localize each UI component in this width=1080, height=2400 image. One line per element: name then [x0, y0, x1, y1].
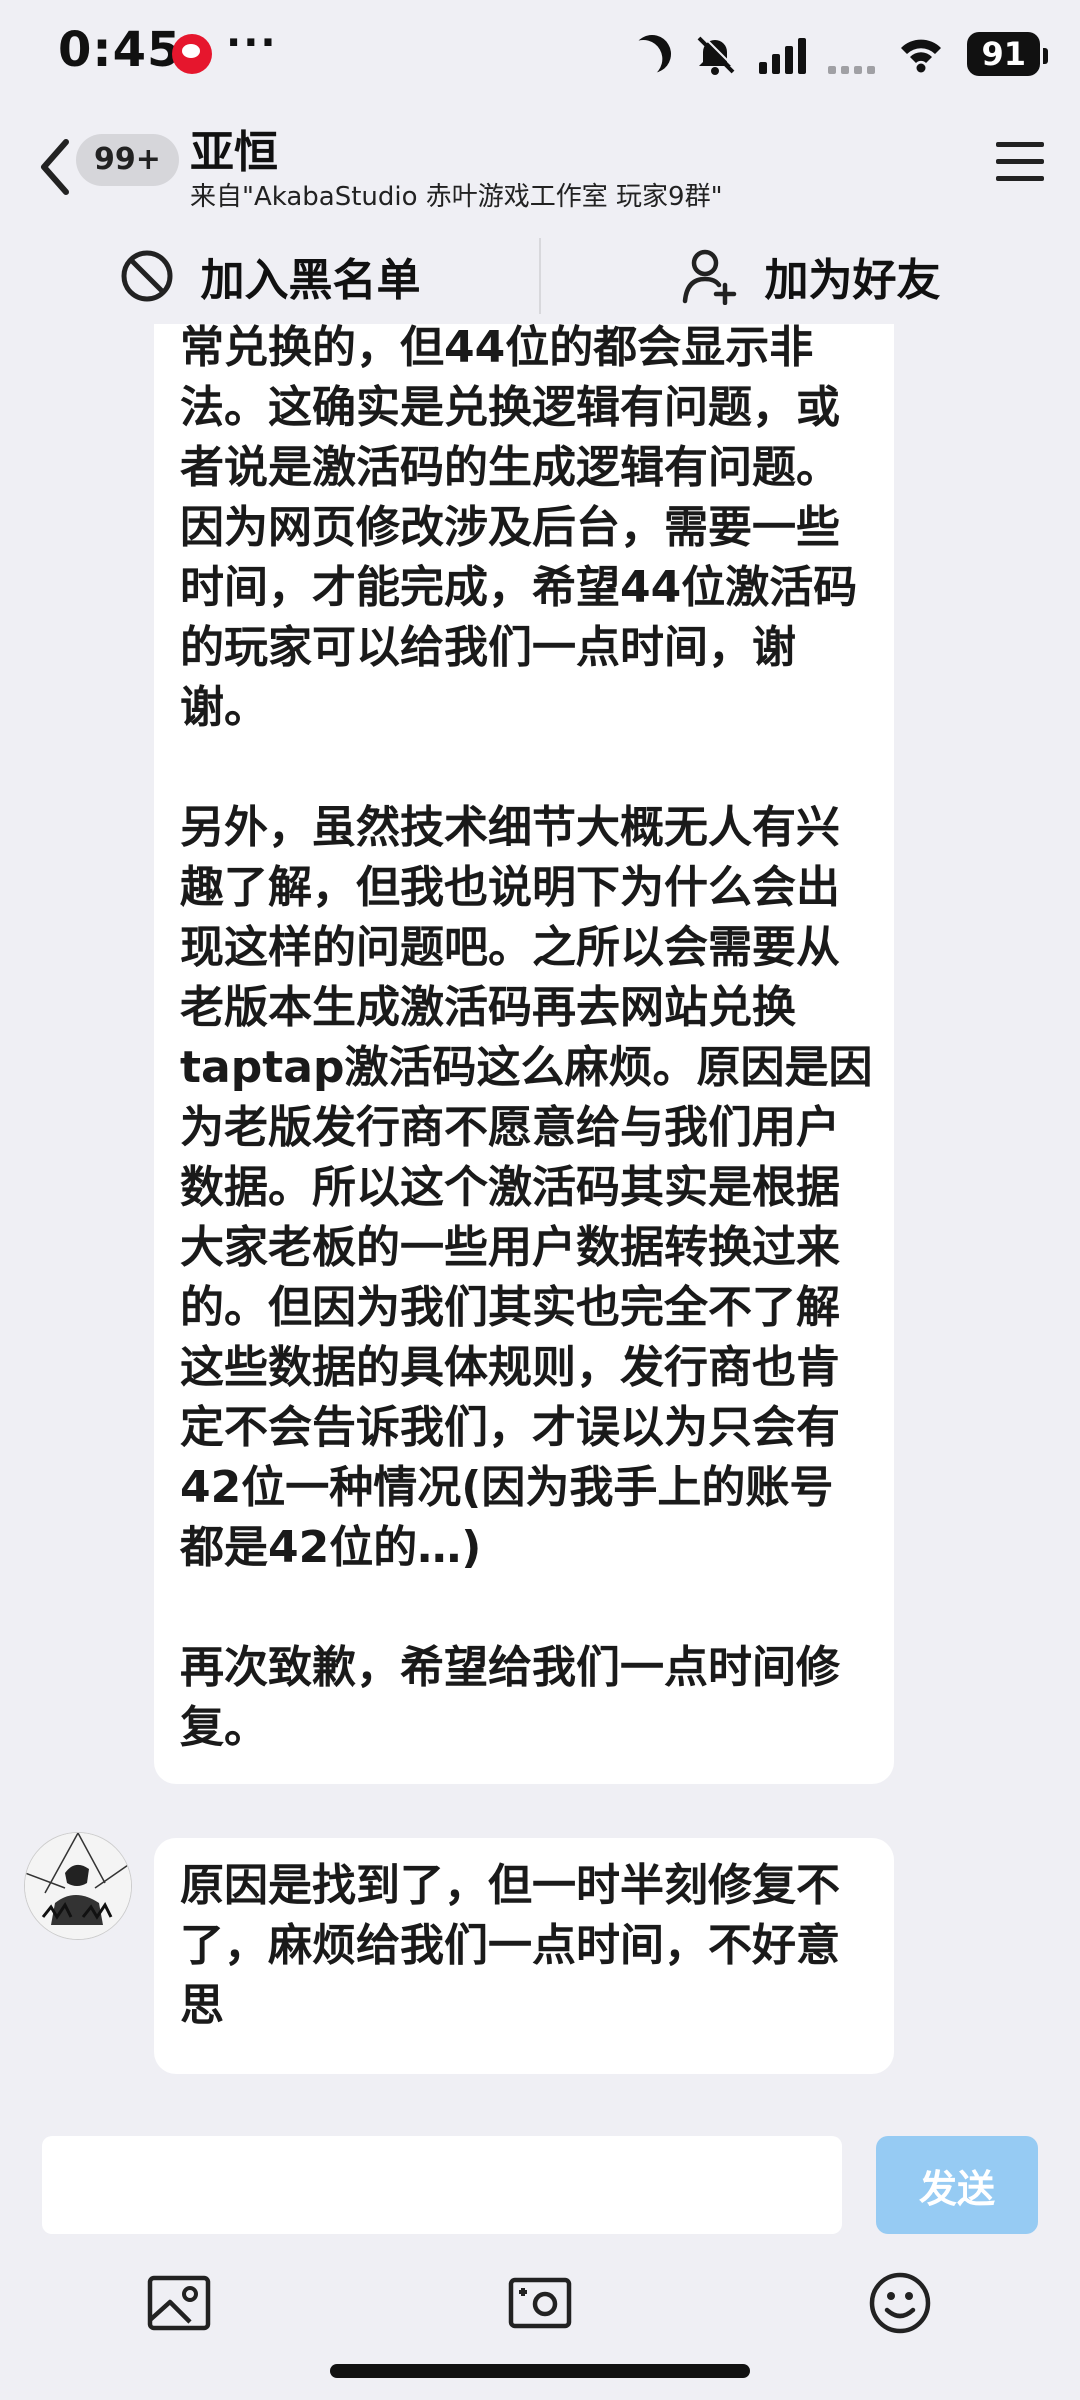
status-bar: 0:45 ··· 91 — [0, 0, 1080, 110]
status-icons: 91 — [633, 26, 1048, 82]
status-time: 0:45 — [58, 22, 182, 78]
add-user-icon — [682, 249, 736, 305]
secondary-signal-icon — [828, 34, 876, 74]
chat-header: 99+ 亚恒 来自"AkabaStudio 赤叶游戏工作室 玩家9群" — [0, 110, 1080, 228]
avatar[interactable] — [24, 1832, 132, 1940]
silent-bell-icon — [698, 34, 738, 75]
block-icon — [121, 250, 172, 302]
sketch-avatar-image — [25, 1833, 131, 1939]
add-friend-label: 加为好友 — [764, 255, 941, 306]
block-label: 加入黑名单 — [200, 255, 421, 306]
more-notifications-indicator: ··· — [226, 20, 278, 66]
contact-source: 来自"AkabaStudio 赤叶游戏工作室 玩家9群" — [190, 182, 723, 212]
message-input[interactable] — [42, 2136, 842, 2234]
battery-indicator: 91 — [967, 32, 1048, 76]
contact-name: 亚恒 — [190, 127, 278, 178]
weibo-app-icon — [172, 34, 212, 74]
home-indicator — [330, 2364, 750, 2378]
send-button[interactable]: 发送 — [876, 2136, 1038, 2234]
contact-action-bar: 加入黑名单 加为好友 — [0, 228, 1080, 324]
add-friend-button[interactable]: 加为好友 — [541, 228, 1080, 324]
message-text: 常兑换的，但44位的都会显示非法。这确实是兑换逻辑有问题，或者说是激活码的生成逻… — [180, 324, 873, 1753]
message-text: 原因是找到了，但一时半刻修复不了，麻烦给我们一点时间，不好意思 — [180, 1860, 840, 2031]
wifi-icon — [901, 39, 942, 73]
moon-icon — [627, 28, 679, 80]
cell-signal-icon — [759, 34, 807, 74]
emoji-icon[interactable] — [867, 2270, 933, 2336]
block-button[interactable]: 加入黑名单 — [0, 228, 539, 324]
unread-count-badge[interactable]: 99+ — [76, 134, 179, 186]
back-chevron-icon[interactable] — [36, 132, 76, 202]
chat-message-list[interactable]: 常兑换的，但44位的都会显示非法。这确实是兑换逻辑有问题，或者说是激活码的生成逻… — [0, 324, 1080, 2120]
message-input-bar: 发送 — [0, 2120, 1080, 2400]
image-icon[interactable] — [146, 2270, 212, 2336]
menu-icon[interactable] — [996, 142, 1044, 182]
message-bubble[interactable]: 原因是找到了，但一时半刻修复不了，麻烦给我们一点时间，不好意思 — [154, 1838, 894, 2074]
camera-icon[interactable] — [507, 2270, 573, 2336]
message-bubble[interactable]: 常兑换的，但44位的都会显示非法。这确实是兑换逻辑有问题，或者说是激活码的生成逻… — [154, 324, 894, 1784]
